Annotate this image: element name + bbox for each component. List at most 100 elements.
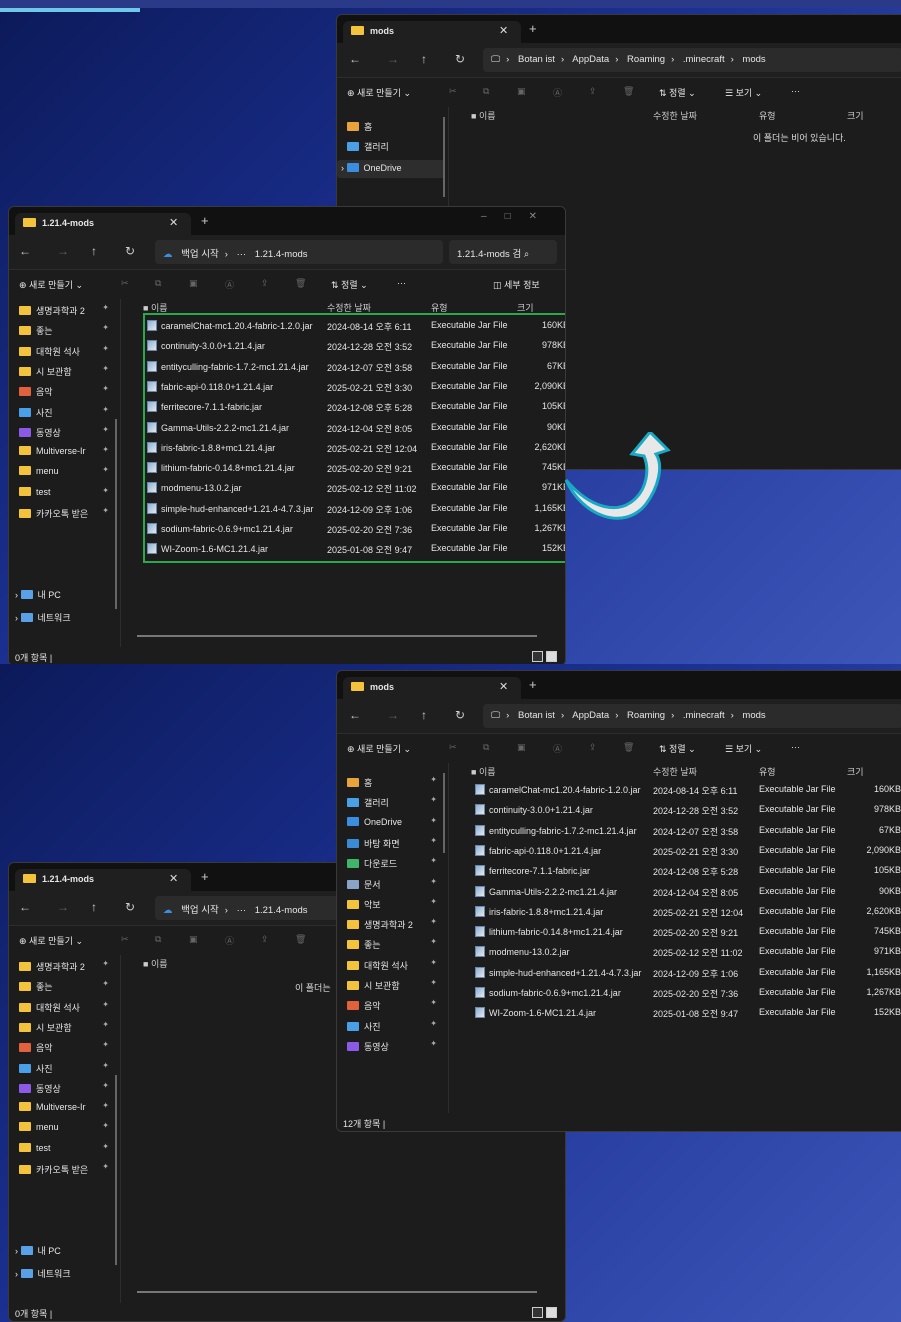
nav-item[interactable]: 동영상 ✦ — [15, 1079, 115, 1097]
up-icon[interactable]: ↑ — [421, 52, 427, 66]
address-bar[interactable]: 🖵 › Botan ist › AppData › Roaming › .minecra… — [483, 704, 901, 728]
table-row[interactable]: continuity-3.0.0+1.21.4.jar 2024-12-28 오전… — [451, 799, 901, 819]
sort-button[interactable]: ⇅ 정렬 ⌄ — [331, 278, 368, 291]
breadcrumb-segment[interactable]: Roaming — [627, 710, 665, 721]
nav-item[interactable]: 생명과학과 2 ✦ — [15, 957, 115, 975]
nav-item[interactable]: 악보 ✦ — [343, 895, 443, 913]
close-tab-icon[interactable]: ✕ — [169, 872, 178, 885]
nav-item[interactable]: 좋는 ✦ — [15, 977, 115, 995]
nav-item[interactable]: 바탕 화면 ✦ — [343, 834, 443, 852]
more-button[interactable]: ··· — [791, 742, 800, 752]
cut-icon[interactable]: ✂ — [121, 934, 129, 945]
delete-icon[interactable]: 🗑 — [295, 278, 306, 289]
nav-item[interactable]: 생명과학과 2 ✦ — [343, 915, 443, 933]
tab-1-21-4-mods[interactable]: 1.21.4-mods ✕ — [15, 213, 191, 235]
breadcrumb-segment[interactable]: Roaming — [627, 54, 665, 65]
nav-item[interactable]: › 내 PC — [11, 585, 65, 603]
nav-item[interactable]: 동영상 ✦ — [343, 1037, 443, 1055]
delete-icon[interactable]: 🗑 — [623, 86, 634, 97]
nav-item[interactable]: › 네트워크 — [11, 608, 75, 626]
nav-item[interactable]: 대학원 석사 ✦ — [15, 342, 115, 360]
forward-icon[interactable]: → — [387, 708, 399, 722]
address-bar[interactable]: ☁ 백업 시작 › ··· 1.21.4-mods — [155, 240, 443, 264]
breadcrumb-segment[interactable]: Botan ist — [518, 54, 555, 65]
nav-item[interactable]: 사진 ✦ — [15, 403, 115, 421]
cut-icon[interactable]: ✂ — [449, 742, 457, 753]
nav-item-home[interactable]: 홈 — [343, 117, 376, 135]
back-icon[interactable]: ← — [19, 244, 31, 258]
nav-item[interactable]: 음악 ✦ — [343, 996, 443, 1014]
new-button[interactable]: ⊕ 새로 만들기 ⌄ — [347, 742, 411, 755]
chevron-right-icon[interactable]: › — [15, 590, 21, 600]
address-bar[interactable]: 🖵 › Botan ist › AppData › Roaming › .minecra… — [483, 48, 901, 72]
horizontal-scrollbar[interactable] — [137, 635, 537, 637]
tab-mods[interactable]: mods ✕ — [343, 21, 521, 43]
breadcrumb-segment[interactable]: mods — [742, 710, 765, 721]
sidebar-scrollbar[interactable] — [115, 419, 117, 609]
column-header-name[interactable]: ■ 이름 — [471, 765, 496, 779]
nav-item[interactable]: 갤러리 ✦ — [343, 793, 443, 811]
nav-item[interactable]: 음악 ✦ — [15, 1038, 115, 1056]
table-row[interactable]: simple-hud-enhanced+1.21.4-4.7.3.jar 2024… — [451, 962, 901, 982]
nav-item[interactable]: 좋는 ✦ — [343, 935, 443, 953]
new-button[interactable]: ⊕ 새로 만들기 ⌄ — [347, 86, 411, 99]
details-view-icon[interactable] — [532, 1307, 543, 1318]
nav-item[interactable]: Multiverse-Ir ✦ — [15, 443, 115, 461]
column-header-type[interactable]: 유형 — [759, 109, 776, 123]
copy-icon[interactable]: ⧉ — [483, 742, 489, 753]
view-button[interactable]: ☰ 보기 ⌄ — [725, 86, 762, 99]
share-icon[interactable]: ⇪ — [589, 742, 597, 753]
nav-item[interactable]: 카카오톡 받은 ✦ — [15, 504, 115, 522]
column-header-size[interactable]: 크기 — [847, 109, 864, 123]
nav-item[interactable]: 시 보관함 ✦ — [15, 1018, 115, 1036]
column-header-modified[interactable]: 수정한 날짜 — [653, 109, 697, 123]
close-tab-icon[interactable]: ✕ — [499, 680, 508, 693]
up-icon[interactable]: ↑ — [421, 708, 427, 722]
back-icon[interactable]: ← — [349, 708, 361, 722]
nav-item[interactable]: menu ✦ — [15, 1119, 115, 1137]
rename-icon[interactable]: Ⓐ — [553, 86, 562, 99]
nav-item[interactable]: OneDrive ✦ — [343, 814, 443, 832]
details-pane-button[interactable]: ◫ 세부 정보 — [493, 278, 540, 291]
table-row[interactable]: modmenu-13.0.2.jar 2025-02-12 오전 11:02 Exe… — [451, 941, 901, 961]
paste-icon[interactable]: ▣ — [189, 278, 198, 289]
nav-item[interactable]: 카카오톡 받은 ✦ — [15, 1160, 115, 1178]
breadcrumb-segment[interactable]: Botan ist — [518, 710, 555, 721]
nav-item[interactable]: 다운로드 ✦ — [343, 854, 443, 872]
forward-icon[interactable]: → — [57, 900, 69, 914]
breadcrumb-overflow[interactable]: ··· — [237, 249, 247, 260]
refresh-icon[interactable]: ↻ — [455, 708, 465, 722]
details-view-icon[interactable] — [532, 651, 543, 662]
chevron-right-icon[interactable]: › — [15, 613, 21, 623]
forward-icon[interactable]: → — [387, 52, 399, 66]
breadcrumb-segment[interactable]: 백업 시작 — [181, 905, 219, 916]
breadcrumb-segment[interactable]: .minecraft — [683, 710, 725, 721]
share-icon[interactable]: ⇪ — [589, 86, 597, 97]
rename-icon[interactable]: Ⓐ — [225, 934, 234, 947]
nav-item-onedrive[interactable]: › OneDrive — [337, 160, 445, 178]
chevron-right-icon[interactable]: › — [15, 1246, 21, 1256]
nav-item[interactable]: 사진 ✦ — [15, 1059, 115, 1077]
table-row[interactable]: sodium-fabric-0.6.9+mc1.21.4.jar 2025-02-… — [451, 982, 901, 1002]
back-icon[interactable]: ← — [19, 900, 31, 914]
sidebar-scrollbar[interactable] — [443, 773, 445, 853]
breadcrumb-segment[interactable]: mods — [742, 54, 765, 65]
refresh-icon[interactable]: ↻ — [125, 900, 135, 914]
nav-item-gallery[interactable]: 갤러리 — [343, 137, 393, 155]
nav-item[interactable]: 음악 ✦ — [15, 382, 115, 400]
new-tab-icon[interactable]: + — [529, 677, 537, 692]
forward-icon[interactable]: → — [57, 244, 69, 258]
nav-item[interactable]: test ✦ — [15, 484, 115, 502]
nav-item[interactable]: 사진 ✦ — [343, 1017, 443, 1035]
cut-icon[interactable]: ✂ — [449, 86, 457, 97]
tiles-view-icon[interactable] — [546, 651, 557, 662]
refresh-icon[interactable]: ↻ — [455, 52, 465, 66]
nav-item[interactable]: 동영상 ✦ — [15, 423, 115, 441]
new-tab-icon[interactable]: + — [201, 213, 209, 228]
horizontal-scrollbar[interactable] — [137, 1291, 537, 1293]
rename-icon[interactable]: Ⓐ — [553, 742, 562, 755]
table-row[interactable]: Gamma-Utils-2.2.2-mc1.21.4.jar 2024-12-04… — [451, 881, 901, 901]
nav-item[interactable]: 홈 ✦ — [343, 773, 443, 791]
nav-item[interactable]: test ✦ — [15, 1140, 115, 1158]
nav-item[interactable]: 대학원 석사 ✦ — [343, 956, 443, 974]
